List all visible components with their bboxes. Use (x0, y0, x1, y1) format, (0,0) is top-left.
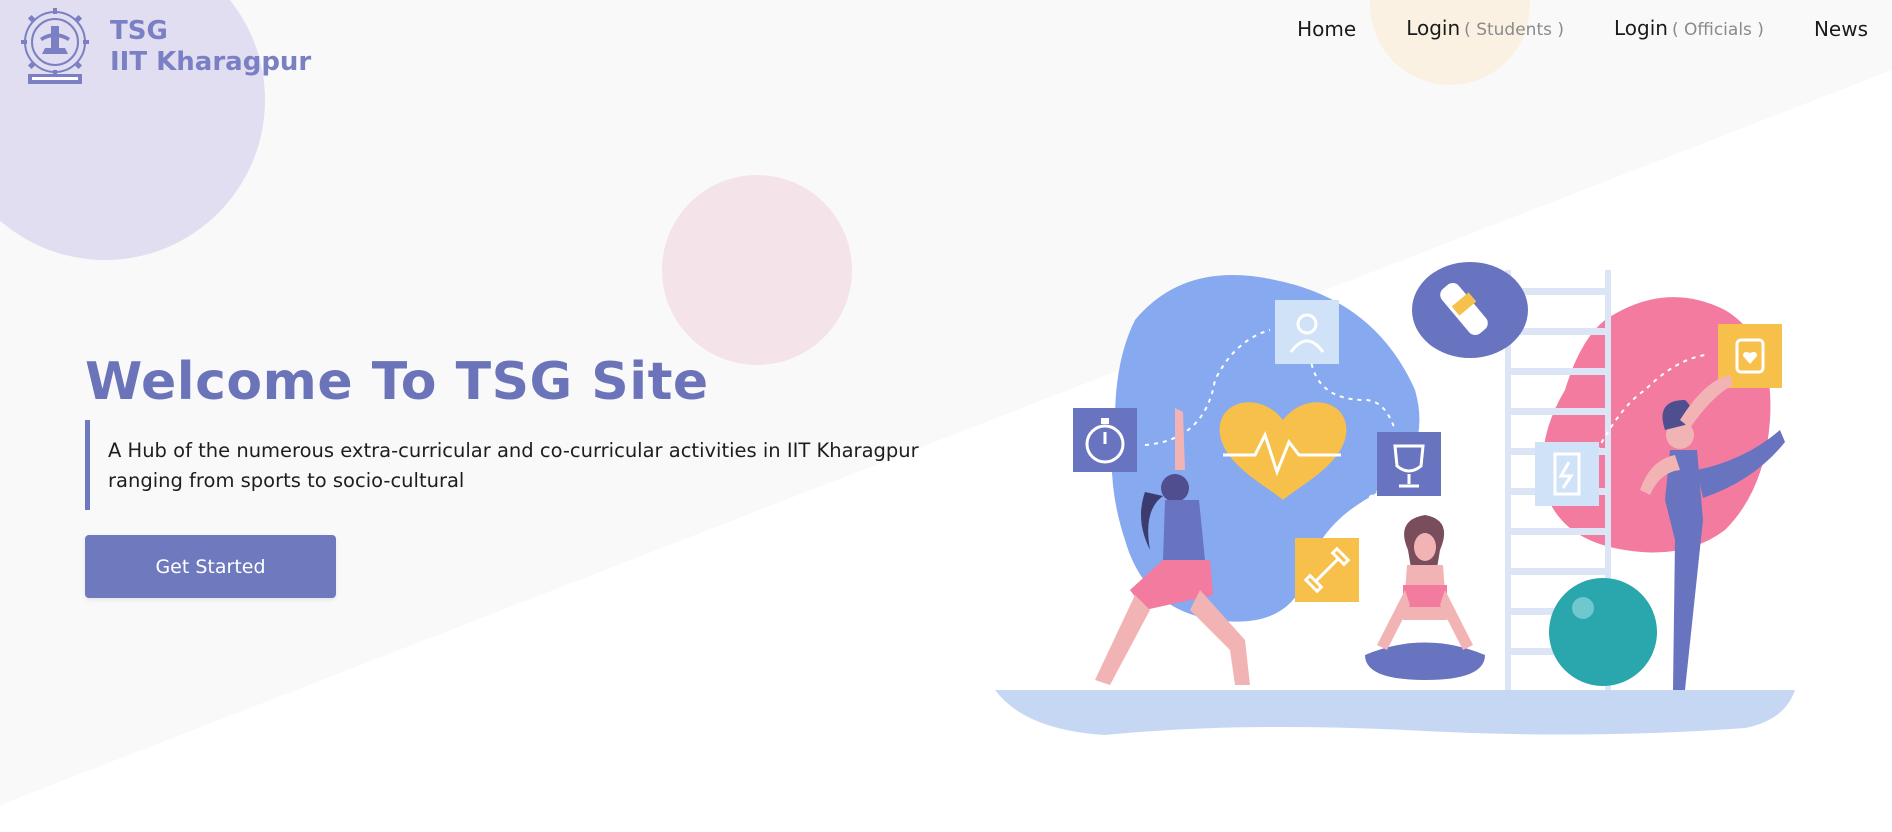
decor-circle-pink (662, 175, 852, 365)
nav-login-students-label: Login (1406, 16, 1461, 40)
brand-line-tsg: TSG (110, 16, 168, 46)
brand-logo-link[interactable]: TSG IIT Kharagpur (20, 8, 311, 86)
stopwatch-icon (1073, 408, 1137, 472)
nav-news-label: News (1813, 17, 1868, 41)
user-profile-icon (1275, 300, 1339, 364)
nav-login-officials[interactable]: Login( Officials ) (1614, 12, 1764, 46)
floor-shape (995, 690, 1795, 735)
fitness-ball-icon (1549, 578, 1657, 686)
energy-drink-icon (1535, 442, 1599, 506)
hero-title: Welcome To TSG Site (85, 352, 709, 412)
nav-login-officials-sub: ( Officials ) (1671, 20, 1764, 40)
dumbbell-icon (1295, 538, 1359, 602)
nav-login-officials-label: Login (1614, 16, 1668, 40)
nav-login-students-sub: ( Students ) (1464, 20, 1565, 40)
nav-home-label: Home (1297, 17, 1357, 41)
brand-line-institute: IIT Kharagpur (110, 47, 312, 77)
hero-description: A Hub of the numerous extra-curricular a… (85, 420, 925, 510)
fitness-illustration (995, 262, 1795, 735)
brand-name: TSG IIT Kharagpur (110, 16, 311, 78)
nav-home[interactable]: Home (1297, 13, 1356, 45)
iit-kharagpur-logo-icon (21, 8, 89, 84)
nav-login-students[interactable]: Login( Students ) (1406, 12, 1564, 46)
woman-meditating-icon (1365, 515, 1485, 680)
get-started-button[interactable]: Get Started (85, 535, 336, 598)
trophy-icon (1377, 432, 1441, 496)
main-nav: Home Login( Students ) Login( Officials … (1247, 12, 1868, 46)
nav-news[interactable]: News (1814, 13, 1868, 45)
water-bottle-icon (1412, 262, 1528, 358)
